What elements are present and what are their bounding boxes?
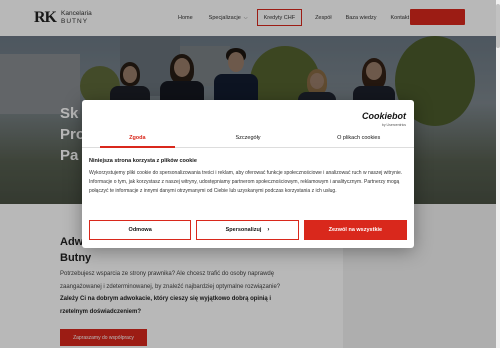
tab-zgoda[interactable]: Zgoda xyxy=(82,128,193,148)
customize-button-label: Spersonalizuj xyxy=(225,227,262,233)
cookie-buttons: Odmowa Spersonalizuj › Zezwól na wszystk… xyxy=(89,220,407,240)
allow-all-button[interactable]: Zezwól na wszystkie xyxy=(303,220,407,240)
cookiebot-brand-sub: by Usercentrics xyxy=(381,123,406,127)
cookiebot-logo: Cookiebot by Usercentrics xyxy=(362,106,406,127)
deny-button[interactable]: Odmowa xyxy=(89,220,192,240)
cookie-dialog-body: Wykorzystujemy pliki cookie do spersonal… xyxy=(89,170,403,194)
cookie-consent-dialog: Cookiebot by Usercentrics Zgoda Szczegół… xyxy=(82,100,414,248)
cookiebot-brand: Cookiebot xyxy=(362,111,406,121)
chevron-right-icon: › xyxy=(267,227,270,233)
cookie-tabs: Zgoda Szczegóły O plikach cookies xyxy=(82,128,414,148)
tab-o-plikach-cookies[interactable]: O plikach cookies xyxy=(303,128,414,147)
tab-szczegoly[interactable]: Szczegóły xyxy=(193,128,304,147)
cookie-dialog-title: Niniejsza strona korzysta z plików cooki… xyxy=(89,158,197,164)
scrollbar-thumb[interactable] xyxy=(496,4,500,48)
customize-button[interactable]: Spersonalizuj › xyxy=(196,220,299,240)
page-scrollbar[interactable] xyxy=(496,0,500,348)
